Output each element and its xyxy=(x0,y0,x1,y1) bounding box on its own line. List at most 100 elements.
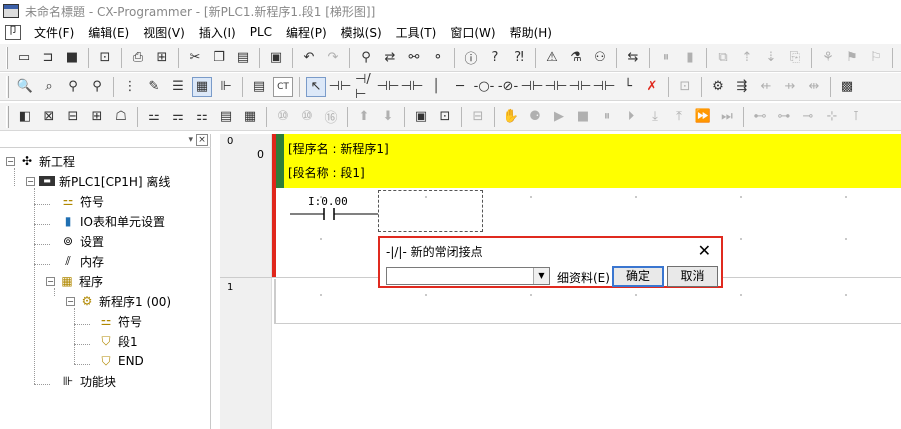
online-edit-icon[interactable]: ⚙ xyxy=(708,77,728,97)
symbols-table-icon[interactable]: ⚍ xyxy=(144,107,164,127)
sim-trace-icon[interactable]: ⊹ xyxy=(822,107,842,127)
menu-view[interactable]: 视图(V) xyxy=(136,24,192,41)
collapse-icon[interactable]: − xyxy=(46,276,55,286)
tree-item-function-blocks[interactable]: ⊪ 功能块 xyxy=(60,372,116,390)
print-icon[interactable]: ⎙ xyxy=(128,48,148,68)
binary-10-icon[interactable]: ⑩ xyxy=(273,107,293,127)
chevron-down-icon[interactable]: ▼ xyxy=(533,268,549,284)
step-down-icon[interactable]: ⬇ xyxy=(378,107,398,127)
help-icon[interactable]: ? xyxy=(485,48,505,68)
zoom-in-icon[interactable]: 🔍 xyxy=(15,77,35,97)
continuous-step-icon[interactable]: ⏩ xyxy=(693,107,713,127)
nc-coil-icon[interactable]: -⊘- xyxy=(498,77,518,97)
tree-item-plc[interactable]: − ▬ 新PLC1[CP1H] 离线 xyxy=(26,172,170,190)
comments-icon[interactable]: ✎ xyxy=(144,77,164,97)
address-reference-icon[interactable]: ⚬ xyxy=(428,48,448,68)
save-icon[interactable]: ■ xyxy=(62,48,82,68)
up-diff-coil-icon[interactable]: ⊣⊢ xyxy=(569,77,592,97)
coil-icon[interactable]: -○- xyxy=(474,77,495,97)
or-nc-contact-icon[interactable]: ⊣⊢ xyxy=(401,77,424,97)
print-preview-icon[interactable]: ⊡ xyxy=(95,48,115,68)
sim-pause-icon[interactable]: ⏸ xyxy=(597,107,617,127)
menu-window[interactable]: 窗口(W) xyxy=(443,24,502,41)
set-value-icon[interactable]: ⚐ xyxy=(866,48,886,68)
close-icon[interactable]: ✕ xyxy=(698,241,711,260)
monitor-icon[interactable]: ⚘ xyxy=(818,48,838,68)
no-contact-icon[interactable]: ⊣⊢ xyxy=(329,77,352,97)
collapse-icon[interactable]: − xyxy=(26,176,35,186)
address-window-icon[interactable]: ⊞ xyxy=(87,107,107,127)
compare-icon[interactable]: ⧉ xyxy=(713,48,733,68)
sim-bp-clear-icon[interactable]: ⊶ xyxy=(774,107,794,127)
verify-icon[interactable]: ⎘ xyxy=(785,48,805,68)
force-icon[interactable]: ⚑ xyxy=(842,48,862,68)
tree-item-section[interactable]: ⛉ 段1 xyxy=(98,332,137,350)
replace-icon[interactable]: ⇄ xyxy=(380,48,400,68)
vertical-line-icon[interactable]: │ xyxy=(426,77,446,97)
paste-icon[interactable]: ▤ xyxy=(233,48,253,68)
clipboard-icon[interactable]: ▣ xyxy=(266,48,286,68)
toolbar-grip[interactable] xyxy=(6,46,8,69)
cancel-button[interactable]: 取消 xyxy=(667,266,718,287)
step-out-icon[interactable]: ⤒ xyxy=(669,107,689,127)
tree-item-io-table[interactable]: ▮ IO表和单元设置 xyxy=(60,212,165,230)
local-symbols-table-icon[interactable]: ⚎ xyxy=(168,107,188,127)
step-in-icon[interactable]: ⤓ xyxy=(645,107,665,127)
document-icon[interactable]: 卩 xyxy=(5,24,21,40)
menu-insert[interactable]: 插入(I) xyxy=(192,24,243,41)
sim-stop-icon[interactable]: ■ xyxy=(573,107,593,127)
normally-open-contact[interactable] xyxy=(290,208,380,220)
binary-10-alt-icon[interactable]: ⑩ xyxy=(297,107,317,127)
open-folder-icon[interactable]: ⊐ xyxy=(38,48,58,68)
run-icon[interactable]: ▶ xyxy=(549,107,569,127)
sim-bp-list-icon[interactable]: ⊸ xyxy=(798,107,818,127)
menu-help[interactable]: 帮助(H) xyxy=(503,24,559,41)
simulate-window-icon[interactable]: ▣ xyxy=(411,107,431,127)
copy-icon[interactable]: ❐ xyxy=(209,48,229,68)
down-diff-coil-icon[interactable]: ⊣⊢ xyxy=(593,77,616,97)
undo-icon[interactable]: ↶ xyxy=(299,48,319,68)
toolbar-grip[interactable] xyxy=(6,105,9,128)
zoom-fit-icon[interactable]: ⌕ xyxy=(39,77,59,97)
zoom-reset-icon[interactable]: ⚲ xyxy=(87,77,107,97)
tree-item-programs[interactable]: − ▦ 程序 xyxy=(46,272,103,290)
properties-icon[interactable]: ☖ xyxy=(111,107,131,127)
toolbar-grip[interactable] xyxy=(6,75,9,98)
find-icon[interactable]: ⚲ xyxy=(356,48,376,68)
transfer-icon[interactable]: ⇆ xyxy=(623,48,643,68)
or-no-contact-icon[interactable]: ⊣⊢ xyxy=(377,77,400,97)
tree-item-local-symbols[interactable]: ⚍ 符号 xyxy=(98,312,142,330)
tree-item-memory[interactable]: ⫽ 内存 xyxy=(60,252,104,270)
close-icon[interactable]: × xyxy=(196,134,208,146)
memory-window-icon[interactable]: ▩ xyxy=(837,77,857,97)
context-help-icon[interactable]: ⁈ xyxy=(509,48,529,68)
up-diff-contact-icon[interactable]: ⊣⊢ xyxy=(521,77,544,97)
output-window-icon[interactable]: ⊠ xyxy=(39,107,59,127)
delete-line-icon[interactable]: ✗ xyxy=(642,77,662,97)
program-check-icon[interactable]: ⚏ xyxy=(192,107,212,127)
mnemonic-view-icon[interactable]: ⊩ xyxy=(216,77,236,97)
preview-icon[interactable]: ⊞ xyxy=(152,48,172,68)
simulate-settings-icon[interactable]: ⊡ xyxy=(435,107,455,127)
menu-file[interactable]: 文件(F) xyxy=(27,24,81,41)
menu-simulate[interactable]: 模拟(S) xyxy=(334,24,389,41)
instruction-icon[interactable]: ⊡ xyxy=(675,77,695,97)
menu-program[interactable]: 编程(P) xyxy=(279,24,334,41)
download-icon[interactable]: ⇣ xyxy=(761,48,781,68)
edit-cursor[interactable] xyxy=(378,190,483,232)
info-icon[interactable]: ⓘ xyxy=(461,48,481,68)
tree-item-settings[interactable]: ⊚ 设置 xyxy=(60,232,104,250)
online-edit-end-icon[interactable]: ⇸ xyxy=(780,77,800,97)
operand-combobox[interactable]: ▼ xyxy=(386,267,550,285)
grid-icon[interactable]: ⋮ xyxy=(120,77,140,97)
line-connect-icon[interactable]: └ xyxy=(618,77,638,97)
details-button[interactable]: 细资料(E) xyxy=(557,269,610,286)
cut-icon[interactable]: ✂ xyxy=(185,48,205,68)
menu-edit[interactable]: 编辑(E) xyxy=(81,24,136,41)
select-mode-icon[interactable]: ↖ xyxy=(306,76,326,97)
scan-run-icon[interactable]: ⏭ xyxy=(717,107,737,127)
new-file-icon[interactable]: ▭ xyxy=(14,48,34,68)
online-edit-cancel-icon[interactable]: ⇷ xyxy=(756,77,776,97)
list-icon[interactable]: ☰ xyxy=(168,77,188,97)
sim-io-icon[interactable]: ⊟ xyxy=(468,107,488,127)
